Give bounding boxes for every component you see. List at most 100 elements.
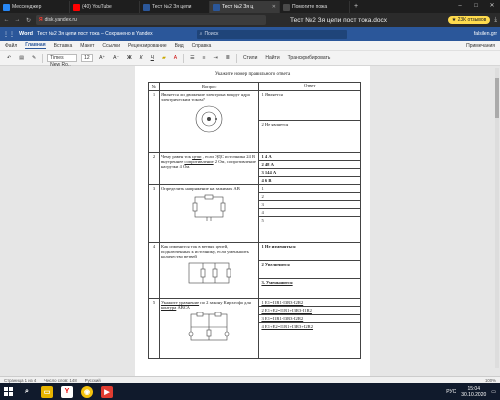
answer-option[interactable]: 1 4 А xyxy=(259,153,360,161)
answer-option[interactable]: 2 48 А xyxy=(259,161,360,169)
url-field[interactable]: Я disk.yandex.ru xyxy=(36,15,266,25)
clock[interactable]: 15:04 30.10.2020 xyxy=(461,386,486,398)
format-painter-icon[interactable]: ✎ xyxy=(30,55,38,61)
browser-tab-active[interactable]: Тест №2 Зя ц ✕ xyxy=(210,1,280,13)
site-icon xyxy=(283,3,290,11)
find-button[interactable]: Найти xyxy=(263,55,281,61)
undo-icon[interactable]: ↶ xyxy=(5,55,13,61)
italic-icon[interactable]: К xyxy=(138,55,145,61)
font-color-icon[interactable]: A xyxy=(172,55,179,61)
header-question: Вопрос xyxy=(158,82,260,91)
document-title[interactable]: Тест №2 Зя цепи пост тока – Сохранено в … xyxy=(37,31,153,37)
maximize-icon[interactable]: □ xyxy=(468,0,484,13)
bold-icon[interactable]: Ж xyxy=(125,55,134,61)
align-icon[interactable]: ≣ xyxy=(224,55,232,61)
notifications-icon[interactable]: ▭ xyxy=(491,389,496,395)
transcribe-button[interactable]: Транскрибировать xyxy=(286,55,333,61)
app-launcher-icon[interactable]: ⋮⋮ xyxy=(3,31,15,38)
new-tab-icon[interactable]: + xyxy=(350,1,362,13)
answer-option[interactable]: 3 E1=I1R1-I3R3-I2R2 xyxy=(259,315,360,323)
media-icon[interactable]: ▶ xyxy=(101,385,113,398)
yandex-browser-icon[interactable]: Y xyxy=(61,385,73,398)
language[interactable]: Русский xyxy=(85,378,101,383)
tab-label: Помогите пожа xyxy=(292,4,328,10)
answer-option[interactable]: 4 6 В xyxy=(259,177,360,184)
table-header-row: № Вопрос Ответ xyxy=(148,82,361,91)
answer-option[interactable]: 2 Увеличится xyxy=(259,261,360,279)
styles-button[interactable]: Стили xyxy=(241,55,259,61)
tab-view[interactable]: Вид xyxy=(175,43,184,49)
question-text: АВСА xyxy=(176,305,190,310)
document-canvas: Укажите номер правильного ответа № Вопро… xyxy=(0,66,500,376)
underline-icon[interactable]: Ч xyxy=(149,55,156,61)
user-name[interactable]: falsilen.grr xyxy=(474,31,497,37)
yandex-icon: Я xyxy=(39,17,43,23)
tab-references[interactable]: Ссылки xyxy=(102,43,120,49)
tab-home[interactable]: Главная xyxy=(25,42,46,49)
reviews-badge[interactable]: ★ 23К отзывов xyxy=(447,16,491,24)
answer-option[interactable]: 5 xyxy=(259,217,360,224)
answer-option[interactable]: 1 E1=I1R1-I3R3-I2R2 xyxy=(259,299,360,307)
comments-button[interactable]: Примечания xyxy=(466,43,495,49)
question-number: 1 xyxy=(148,90,160,153)
circuit-diagram xyxy=(192,194,226,221)
download-icon[interactable]: ⤓ xyxy=(494,17,497,24)
keyboard-language[interactable]: РУС xyxy=(446,389,456,395)
answer-option[interactable]: 3. Уменьшится xyxy=(259,279,360,297)
youtube-icon xyxy=(73,3,80,11)
answer-option[interactable]: 2 E1+E2=I1R1+I3R3-I1R2 xyxy=(259,307,360,315)
tab-layout[interactable]: Макет xyxy=(80,43,94,49)
tab-help[interactable]: Справка xyxy=(192,43,212,49)
answer-option[interactable]: 3 xyxy=(259,201,360,209)
clipboard-icon[interactable]: ▤ xyxy=(17,55,26,61)
answer-option[interactable]: 3 144 А xyxy=(259,169,360,177)
forward-icon[interactable]: → xyxy=(14,17,21,23)
font-name-select[interactable]: Times New Ro.. xyxy=(47,54,78,68)
answer-option[interactable]: 4 xyxy=(259,209,360,217)
browser-tab[interactable]: Тест №2 Зя цепи xyxy=(140,1,210,13)
window-controls: – □ ✕ xyxy=(452,0,500,13)
search-icon[interactable]: ⌕ xyxy=(21,386,33,398)
divider xyxy=(235,53,237,63)
answer-option[interactable]: 1 Является xyxy=(259,91,360,121)
indent-icon[interactable]: ⇥ xyxy=(212,55,220,61)
ribbon-toolbar: ↶ ▤ ✎ Times New Ro.. 12 A⁺ A⁻ Ж К Ч ▰ A … xyxy=(0,51,500,68)
answer-option[interactable]: 1 Не изменяться xyxy=(259,243,360,261)
answer-option[interactable]: 2 xyxy=(259,193,360,201)
table-row: 1 Является ли движение электрона вокруг … xyxy=(148,90,361,153)
tab-insert[interactable]: Вставка xyxy=(54,43,73,49)
answer-option[interactable]: 1 xyxy=(259,185,360,193)
tab-label: (40) YouTube xyxy=(82,4,112,10)
close-window-icon[interactable]: ✕ xyxy=(484,0,500,13)
answer-option[interactable]: 2 Не является xyxy=(259,121,360,151)
zoom-level[interactable]: 100% xyxy=(485,378,496,383)
question-text: контура xyxy=(160,305,177,310)
search-input[interactable]: ⌕ Поиск xyxy=(196,29,347,39)
reload-icon[interactable]: ↻ xyxy=(25,17,32,24)
browser-tab[interactable]: Мессенджер xyxy=(0,1,70,13)
browser-icon[interactable]: ◉ xyxy=(81,385,93,398)
close-icon[interactable]: ✕ xyxy=(272,4,276,10)
shrink-font-icon[interactable]: A⁻ xyxy=(111,55,121,61)
font-size-select[interactable]: 12 xyxy=(81,54,94,62)
browser-tab[interactable]: (40) YouTube xyxy=(70,1,140,13)
highlight-icon[interactable]: ▰ xyxy=(160,55,168,61)
vertical-scrollbar[interactable] xyxy=(495,68,499,368)
divider xyxy=(183,53,185,63)
numbering-icon[interactable]: ≡ xyxy=(201,55,208,61)
tab-file[interactable]: Файл xyxy=(5,43,17,49)
question-text: Как изменится ток в ветвях цепей, подклю… xyxy=(160,244,249,259)
bullets-icon[interactable]: ☰ xyxy=(188,55,196,61)
file-explorer-icon[interactable]: ▭ xyxy=(41,385,53,398)
grow-font-icon[interactable]: A⁺ xyxy=(97,55,107,61)
scroll-thumb[interactable] xyxy=(495,78,499,118)
back-icon[interactable]: ← xyxy=(3,17,10,23)
minimize-icon[interactable]: – xyxy=(452,0,468,13)
answer-option[interactable]: 4 E1+E2=I1R1+I3R3+I2R2 xyxy=(259,323,360,330)
browser-tab[interactable]: Помогите пожа xyxy=(280,1,350,13)
tab-review[interactable]: Рецензирование xyxy=(128,43,167,49)
circuit-diagram xyxy=(188,262,232,284)
search-icon: ⌕ xyxy=(199,31,203,37)
windows-start-icon[interactable] xyxy=(4,387,13,396)
clock-date: 30.10.2020 xyxy=(461,391,487,398)
